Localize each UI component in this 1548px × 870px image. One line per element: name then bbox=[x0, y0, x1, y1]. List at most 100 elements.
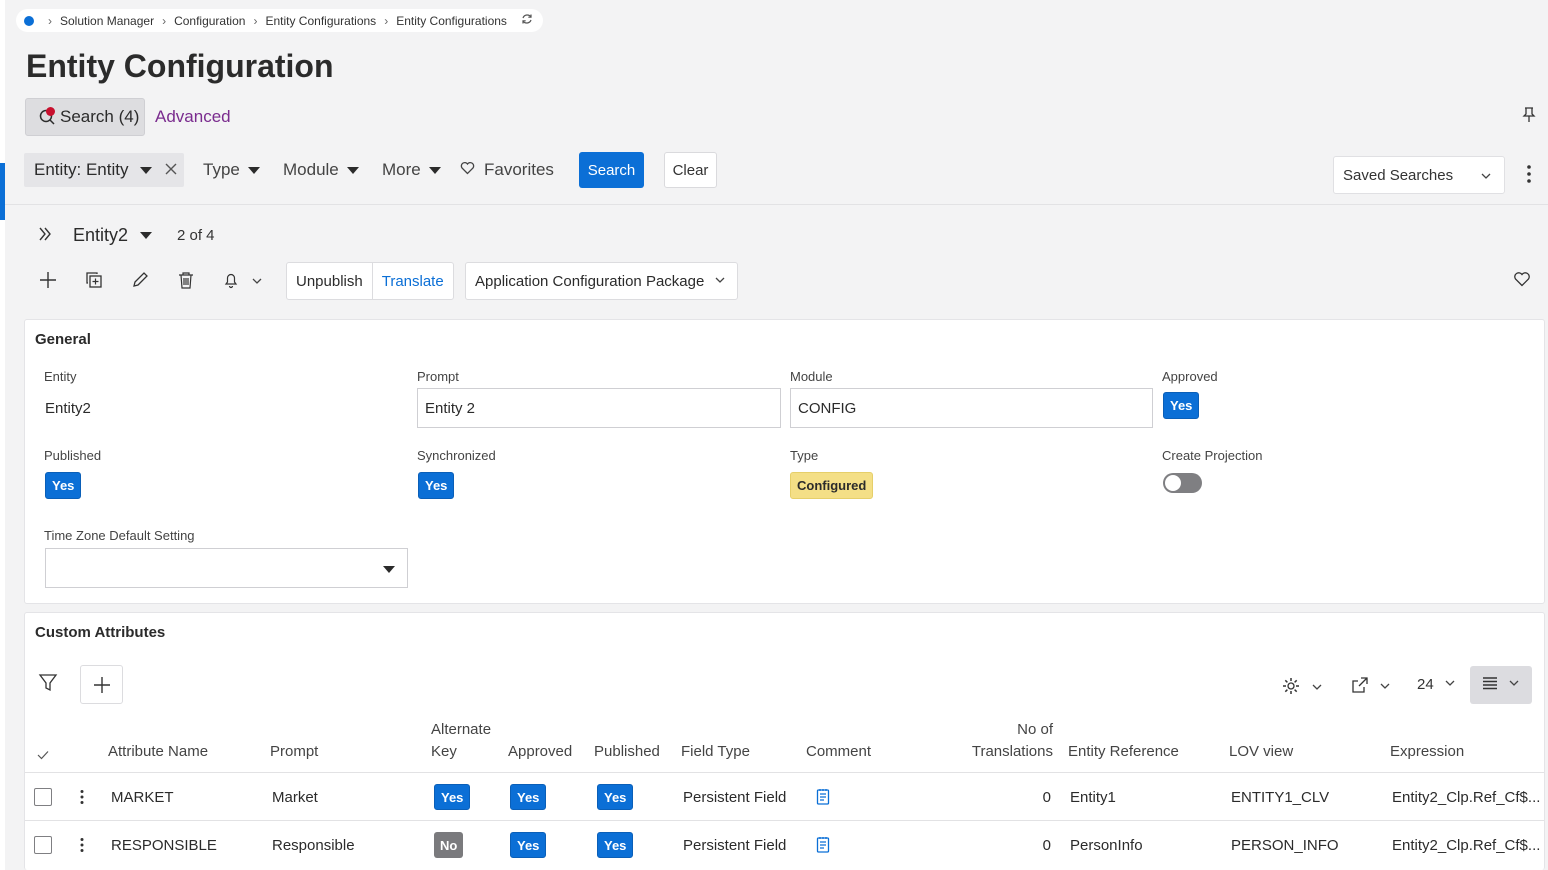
more-options-icon[interactable] bbox=[1526, 164, 1532, 189]
home-dot-icon[interactable] bbox=[24, 15, 34, 26]
caret-down-icon bbox=[346, 166, 359, 174]
cell-lov-view: ENTITY1_CLV bbox=[1231, 789, 1330, 806]
select-all-check-icon[interactable] bbox=[37, 745, 49, 767]
row-checkbox[interactable] bbox=[34, 836, 52, 854]
row-checkbox[interactable] bbox=[34, 788, 52, 806]
chevron-right-icon: › bbox=[48, 13, 52, 28]
export-icon bbox=[1351, 676, 1369, 698]
favorites-label: Favorites bbox=[484, 160, 554, 179]
row-menu-icon[interactable] bbox=[79, 789, 85, 810]
type-badge: Configured bbox=[790, 472, 874, 499]
breadcrumb-item[interactable]: Solution Manager bbox=[60, 14, 154, 28]
module-filter-dropdown[interactable]: Module bbox=[283, 160, 359, 180]
cell-attribute-name[interactable]: MARKET bbox=[111, 789, 174, 806]
approved-label: Approved bbox=[1162, 369, 1218, 384]
chevron-down-icon bbox=[1508, 676, 1520, 694]
add-icon[interactable] bbox=[39, 271, 57, 294]
col-header-expression[interactable]: Expression bbox=[1390, 741, 1464, 763]
col-header-alternate-key[interactable]: Alternate Key bbox=[431, 719, 491, 763]
published-label: Published bbox=[44, 448, 102, 463]
add-icon bbox=[93, 676, 110, 693]
col-header-lov-view[interactable]: LOV view bbox=[1229, 741, 1293, 763]
col-header-no-of-translations[interactable]: No of Translations bbox=[953, 719, 1053, 763]
translate-button[interactable]: Translate bbox=[371, 263, 453, 299]
breadcrumb: › Solution Manager › Configuration › Ent… bbox=[16, 9, 543, 32]
col-header-approved[interactable]: Approved bbox=[508, 741, 572, 763]
create-projection-toggle[interactable] bbox=[1163, 473, 1202, 493]
cell-expression: Entity2_Clp.Ref_Cf$... bbox=[1392, 837, 1541, 854]
saved-searches-dropdown[interactable]: Saved Searches bbox=[1333, 156, 1505, 194]
entity-filter-chip[interactable]: Entity: Entity bbox=[24, 153, 184, 187]
search-button[interactable]: Search bbox=[579, 152, 644, 188]
filter-icon[interactable] bbox=[38, 672, 58, 699]
timezone-select[interactable] bbox=[45, 548, 408, 588]
col-header-alternate-key-line1: Alternate bbox=[431, 721, 492, 738]
refresh-icon[interactable] bbox=[521, 13, 533, 28]
favorites-filter[interactable]: Favorites bbox=[460, 160, 554, 180]
synchronized-label: Synchronized bbox=[417, 448, 496, 463]
comment-note-icon[interactable] bbox=[816, 836, 830, 858]
chevron-right-icon: › bbox=[162, 13, 167, 28]
cell-prompt: Responsible bbox=[272, 837, 355, 854]
synchronized-badge: Yes bbox=[418, 472, 455, 499]
cell-translations: 0 bbox=[1042, 789, 1051, 806]
cell-field-type: Persistent Field bbox=[683, 789, 787, 806]
table-settings-dropdown[interactable] bbox=[1281, 676, 1323, 700]
record-selector[interactable]: Entity2 bbox=[73, 225, 153, 246]
search-tab[interactable]: Search (4) bbox=[25, 98, 145, 136]
search-icon bbox=[38, 107, 58, 127]
page-title: Entity Configuration bbox=[26, 48, 334, 84]
expand-navigator-icon[interactable] bbox=[38, 226, 52, 247]
clear-button[interactable]: Clear bbox=[664, 152, 717, 188]
breadcrumb-item-current: Entity Configurations bbox=[396, 13, 507, 28]
cell-attribute-name[interactable]: RESPONSIBLE bbox=[111, 837, 217, 854]
active-filter-dot bbox=[46, 107, 55, 116]
col-header-field-type[interactable]: Field Type bbox=[681, 741, 750, 763]
chevron-down-icon bbox=[714, 273, 726, 290]
entity-label: Entity bbox=[44, 369, 77, 384]
module-field[interactable]: CONFIG bbox=[790, 388, 1153, 428]
col-header-published[interactable]: Published bbox=[594, 741, 660, 763]
cell-alternate-key-badge: No bbox=[434, 832, 464, 858]
notification-bell-icon[interactable] bbox=[222, 271, 264, 294]
advanced-search-link[interactable]: Advanced bbox=[155, 107, 231, 127]
cell-lov-view: PERSON_INFO bbox=[1231, 837, 1339, 854]
general-title: General bbox=[35, 331, 91, 348]
delete-icon[interactable] bbox=[177, 271, 195, 294]
add-row-button[interactable] bbox=[80, 665, 123, 704]
caret-down-icon[interactable] bbox=[140, 166, 153, 174]
more-filter-dropdown[interactable]: More bbox=[382, 160, 441, 180]
col-header-prompt[interactable]: Prompt bbox=[270, 741, 318, 763]
duplicate-icon[interactable] bbox=[85, 271, 103, 294]
breadcrumb-item[interactable]: Configuration bbox=[174, 14, 245, 28]
breadcrumb-item[interactable]: Entity Configurations bbox=[265, 14, 376, 28]
unpublish-button[interactable]: Unpublish bbox=[287, 263, 372, 299]
cell-entity-reference: Entity1 bbox=[1070, 789, 1116, 806]
export-dropdown[interactable] bbox=[1351, 676, 1391, 698]
comment-note-icon[interactable] bbox=[816, 788, 830, 810]
view-mode-dropdown[interactable] bbox=[1470, 666, 1532, 704]
prompt-field[interactable]: Entity 2 bbox=[417, 388, 781, 428]
published-badge: Yes bbox=[45, 472, 82, 499]
row-menu-icon[interactable] bbox=[79, 837, 85, 858]
close-icon[interactable] bbox=[164, 160, 178, 181]
cell-published-badge: Yes bbox=[597, 784, 634, 810]
page-size-dropdown[interactable]: 24 bbox=[1417, 676, 1456, 693]
custom-attributes-title: Custom Attributes bbox=[35, 624, 166, 641]
general-card: General Entity Entity2 Prompt Entity 2 M… bbox=[24, 319, 1545, 604]
application-configuration-package-dropdown[interactable]: Application Configuration Package bbox=[465, 262, 738, 300]
cell-published-badge: Yes bbox=[597, 832, 634, 858]
col-header-entity-reference[interactable]: Entity Reference bbox=[1068, 741, 1179, 763]
type-filter-dropdown[interactable]: Type bbox=[203, 160, 260, 180]
col-header-comment[interactable]: Comment bbox=[806, 741, 871, 763]
col-header-attribute-name[interactable]: Attribute Name bbox=[108, 741, 208, 763]
pin-icon[interactable] bbox=[1521, 106, 1537, 129]
more-filter-label: More bbox=[382, 160, 421, 179]
chevron-right-icon: › bbox=[384, 13, 389, 28]
search-tab-label: Search (4) bbox=[60, 107, 140, 126]
edit-icon[interactable] bbox=[131, 271, 149, 294]
favorite-heart-icon[interactable] bbox=[1513, 271, 1531, 292]
cell-translations: 0 bbox=[1042, 837, 1051, 854]
list-view-icon bbox=[1482, 676, 1498, 695]
type-filter-label: Type bbox=[203, 160, 240, 179]
